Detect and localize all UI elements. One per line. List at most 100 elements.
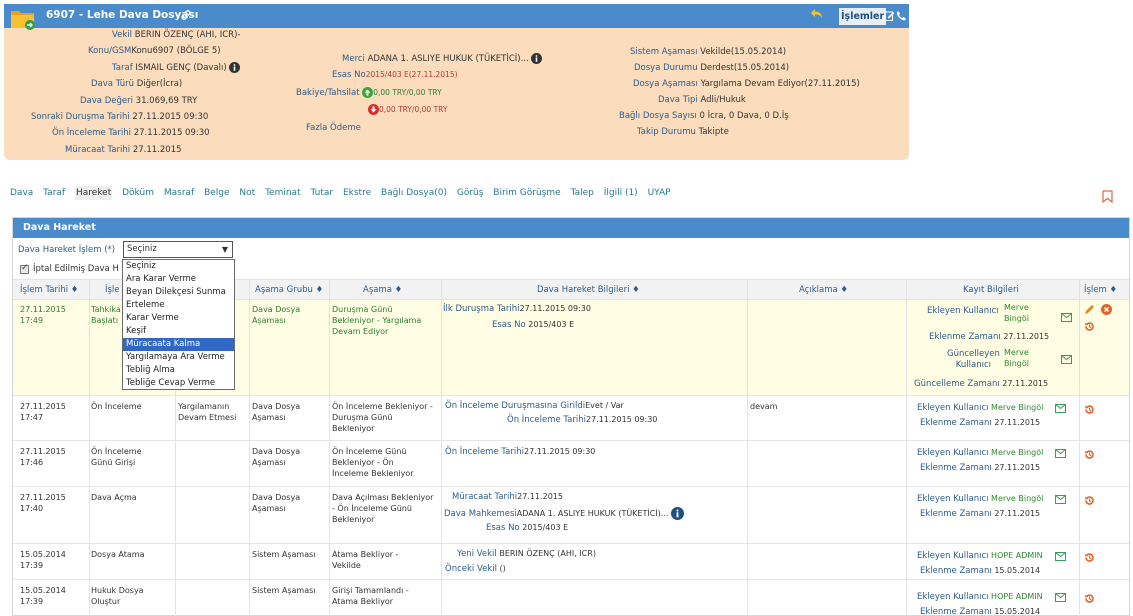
history-icon[interactable] — [1084, 449, 1095, 460]
history-icon[interactable] — [1084, 321, 1095, 332]
row-stage: Ön İnceleme Bekleniyor - Duruşma Günü Be… — [332, 402, 433, 433]
overpayment-field: Fazla Ödeme — [306, 123, 361, 133]
row-info-line: Esas No 2015/403 E — [486, 523, 569, 533]
tab-not[interactable]: Not — [239, 188, 255, 198]
bookmark-icon[interactable] — [1102, 190, 1113, 203]
tab-teminat[interactable]: Teminat — [265, 188, 301, 198]
header-stage[interactable]: Aşama ♦ — [363, 280, 402, 301]
actions-button[interactable]: İşlemler — [839, 8, 887, 25]
preliminary-date-field: Ön İnceleme Tarihi 27.11.2015 09:30 — [52, 128, 210, 138]
header-actions[interactable]: İşlem ♦ — [1084, 280, 1117, 301]
link-icon[interactable] — [180, 9, 192, 21]
option-teblige-cevap-verme[interactable]: Tebliğe Cevap Verme — [123, 377, 234, 390]
row-record-line: Ekleyen Kullanıcı Merve Bingöl — [917, 448, 1044, 458]
column-divider — [747, 279, 748, 616]
case-title-bar: 6907 - Lehe Dava Dosyası İşlemler — [4, 4, 909, 30]
row-operation: Hukuk Dosya Oluştur — [91, 586, 144, 606]
row-reason: Yargılamanın Devam Etmesi — [178, 402, 237, 422]
delete-icon[interactable] — [1101, 304, 1112, 315]
tab-belge[interactable]: Belge — [204, 188, 229, 198]
mail-icon[interactable] — [1055, 404, 1066, 413]
option-erteleme[interactable]: Erteleme — [123, 299, 234, 312]
option-karar-verme[interactable]: Karar Verme — [123, 312, 234, 325]
operation-select-value: Seçiniz — [127, 244, 157, 254]
party-field: Taraf ISMAIL GENÇ (Davalı) — [112, 62, 241, 73]
mail-icon[interactable] — [1055, 552, 1066, 561]
row-stage: Duruşma Günü Bekleniyor - Yargılama Deva… — [332, 305, 422, 336]
tab-talep[interactable]: Talep — [571, 188, 594, 198]
row-record-user: Merve Bingöl — [1004, 303, 1029, 323]
mail-icon[interactable] — [1055, 593, 1066, 602]
mail-icon[interactable] — [1061, 355, 1072, 364]
tab-gorus[interactable]: Görüş — [457, 188, 484, 198]
mail-icon[interactable] — [1055, 449, 1066, 458]
history-icon[interactable] — [1084, 552, 1095, 563]
header-record-info: Kayıt Bilgileri — [963, 285, 1019, 295]
undo-icon[interactable] — [809, 6, 825, 22]
history-icon[interactable] — [1084, 495, 1095, 506]
application-date-field: Müracaat Tarihi 27.11.2015 — [65, 145, 182, 155]
tab-uyap[interactable]: UYAP — [648, 188, 671, 198]
info-icon[interactable] — [531, 53, 543, 64]
panel-title: Dava Hareket — [13, 218, 1129, 238]
info-icon[interactable] — [670, 507, 684, 520]
option-teblig-alma[interactable]: Tebliğ Alma — [123, 364, 234, 377]
tab-bar: Dava Taraf Hareket Döküm Masraf Belge No… — [10, 186, 678, 202]
row-operation: Ön İnceleme Günü Girişi — [91, 447, 142, 467]
arrow-down-icon — [368, 104, 379, 115]
row-record-line: Eklenme Zamanı 15.05.2014 — [920, 566, 1041, 576]
edit-pencil-icon[interactable] — [1084, 304, 1095, 315]
header-operation[interactable]: İşle — [105, 280, 120, 301]
row-stage-group: Sistem Aşaması — [252, 550, 316, 559]
row-record-line: Eklenme Zamanı 27.11.2015 — [929, 332, 1050, 342]
row-info-line: Esas No 2015/403 E — [492, 320, 575, 330]
tab-taraf[interactable]: Taraf — [43, 188, 65, 198]
row-date: 27.11.2015 17:49 — [20, 305, 66, 325]
row-description: devam — [750, 402, 778, 411]
option-ara-karar-verme[interactable]: Ara Karar Verme — [123, 273, 234, 286]
tab-masraf[interactable]: Masraf — [164, 188, 194, 198]
mail-icon[interactable] — [1061, 313, 1072, 322]
tab-ilgili[interactable]: İlgili (1) — [604, 188, 638, 198]
row-info-line: İlk Duruşma Tarihi27.11.2015 09:30 — [443, 304, 591, 314]
table-row: 27.11.2015 17:47 Ön İnceleme Yargılamanı… — [13, 396, 1129, 441]
row-stage-group: Dava Dosya Aşaması — [252, 402, 301, 422]
option-kesif[interactable]: Keşif — [123, 325, 234, 338]
option-beyan-dilekcesi-sunma[interactable]: Beyan Dilekçesi Sunma — [123, 286, 234, 299]
row-info-line: Müracaat Tarihi27.11.2015 — [452, 492, 563, 502]
tab-bagli-dosya[interactable]: Bağlı Dosya(0) — [381, 188, 447, 198]
option-muracaata-kalma[interactable]: Müracaata Kalma — [123, 338, 234, 351]
option-seciniz[interactable]: Seçiniz — [123, 260, 234, 273]
folder-icon — [11, 11, 35, 30]
tab-dokum[interactable]: Döküm — [122, 188, 154, 198]
subject-field: Konu/GSMKonu6907 (BÖLGE 5) — [88, 46, 221, 56]
linked-files-field: Bağlı Dosya Sayısı 0 İcra, 0 Dava, 0 D.İ… — [619, 111, 789, 121]
column-divider — [906, 279, 907, 616]
row-operation: Dosya Atama — [91, 550, 145, 559]
operation-select[interactable]: Seçiniz ▼ — [123, 241, 233, 258]
header-stage-group[interactable]: Aşama Grubu ♦ — [255, 280, 323, 301]
header-description[interactable]: Açıklama ♦ — [799, 280, 848, 301]
show-cancelled-checkbox[interactable] — [20, 263, 29, 274]
tab-ekstre[interactable]: Ekstre — [343, 188, 371, 198]
phone-icon[interactable] — [896, 10, 906, 21]
tab-tutar[interactable]: Tutar — [310, 188, 333, 198]
option-yargilamaya-ara-verme[interactable]: Yargılamaya Ara Verme — [123, 351, 234, 364]
row-stage-group: Dava Dosya Aşaması — [252, 447, 301, 467]
info-icon[interactable] — [229, 62, 241, 73]
mail-icon[interactable] — [1055, 495, 1066, 504]
edit-icon[interactable] — [884, 10, 895, 21]
header-date[interactable]: İşlem Tarihi ♦ — [20, 280, 78, 301]
tab-dava[interactable]: Dava — [10, 188, 33, 198]
arrow-up-icon — [362, 87, 374, 98]
history-icon[interactable] — [1084, 404, 1095, 415]
operation-options-list: Seçiniz Ara Karar Verme Beyan Dilekçesi … — [122, 259, 235, 390]
tab-hareket[interactable]: Hareket — [74, 186, 113, 200]
tab-birim-gorusme[interactable]: Birim Görüşme — [493, 188, 560, 198]
history-icon[interactable] — [1084, 593, 1095, 604]
column-divider — [329, 279, 330, 616]
row-date: 15.05.2014 17:39 — [20, 586, 66, 606]
row-stage-group: Dava Dosya Aşaması — [252, 493, 301, 513]
next-hearing-field: Sonraki Duruşma Tarihi 27.11.2015 09:30 — [31, 112, 209, 122]
header-movement-info[interactable]: Dava Hareket Bilgileri ♦ — [537, 280, 640, 301]
